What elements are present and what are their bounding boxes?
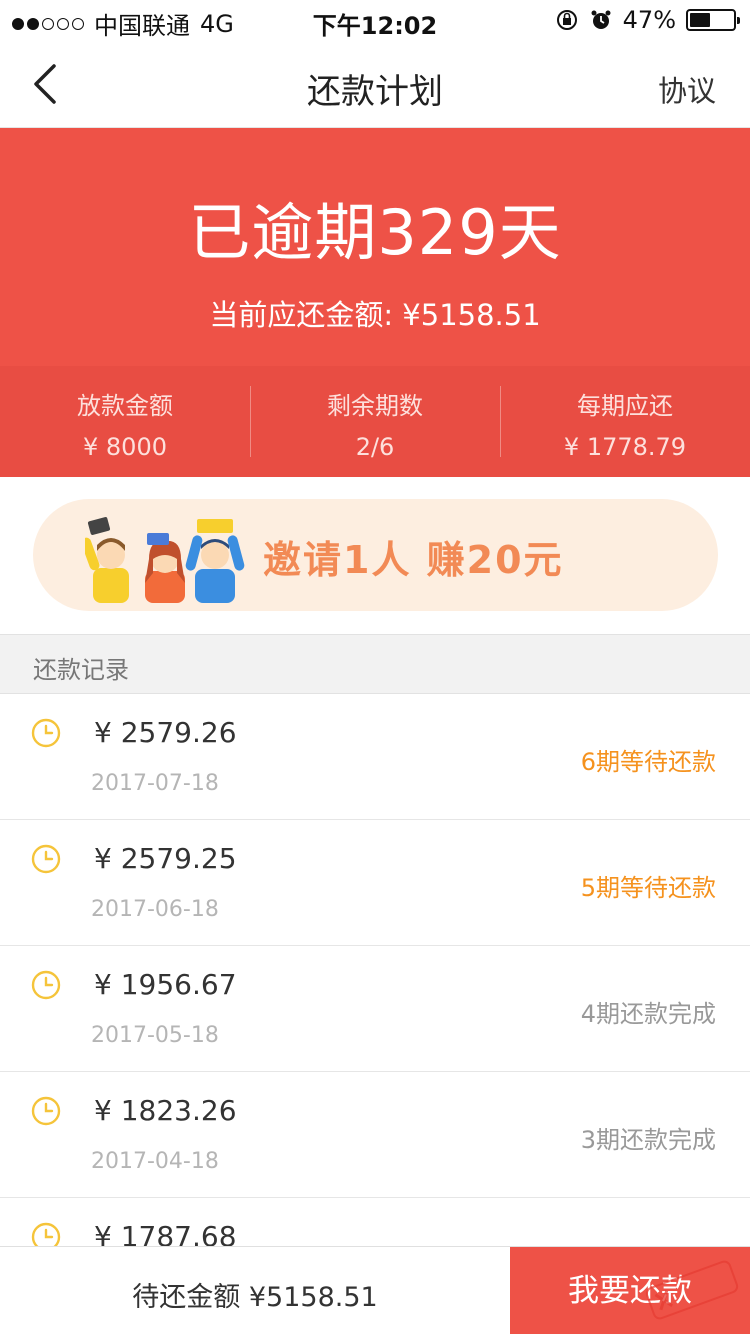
- overdue-summary: 已逾期329天 当前应还金额: ¥5158.51: [0, 128, 750, 366]
- status-bar: 中国联通 4G 下午12:02 47%: [0, 0, 750, 40]
- bottom-bar: 待还金额 ¥5158.51 我要还款: [0, 1246, 750, 1334]
- record-date: 2017-07-18: [91, 771, 219, 796]
- record-amount: ¥ 1956.67: [94, 968, 237, 1001]
- invite-friends-illustration: [85, 517, 245, 603]
- rotation-lock-icon: [556, 10, 577, 30]
- loan-stats: 放款金额 ¥ 8000 剩余期数 2/6 每期应还 ¥ 1778.79: [0, 366, 750, 477]
- battery-fill: [690, 13, 710, 27]
- stat-loan-amount: 放款金额 ¥ 8000: [0, 366, 250, 477]
- pending-amount: 待还金额 ¥5158.51: [132, 1282, 378, 1313]
- clock-icon: [31, 970, 61, 1000]
- record-date: 2017-05-18: [91, 1023, 219, 1048]
- record-status: 6期等待还款: [580, 748, 716, 776]
- stat-value: 2/6: [355, 433, 395, 461]
- banner-area: 邀请1人 赚20元: [0, 477, 750, 634]
- stat-value: ¥ 8000: [83, 433, 167, 461]
- invite-banner-text: 邀请1人 赚20元: [263, 538, 564, 582]
- status-bar-right: 47%: [555, 6, 740, 34]
- stat-label: 剩余期数: [327, 392, 423, 420]
- overdue-days: 已逾期329天: [188, 196, 562, 269]
- stat-label: 每期应还: [577, 392, 673, 420]
- list-item[interactable]: ¥ 1823.26 2017-04-18 3期还款完成: [0, 1072, 750, 1198]
- list-item[interactable]: ¥ 2579.25 2017-06-18 5期等待还款: [0, 820, 750, 946]
- record-date: 2017-04-18: [91, 1149, 219, 1174]
- record-amount: ¥ 1823.26: [94, 1094, 237, 1127]
- list-item[interactable]: ¥ 1956.67 2017-05-18 4期还款完成: [0, 946, 750, 1072]
- clock-icon: [31, 844, 61, 874]
- records-section-header: 还款记录: [0, 634, 750, 694]
- stat-value: ¥ 1778.79: [563, 433, 687, 461]
- record-amount: ¥ 2579.25: [94, 842, 237, 875]
- current-due-amount: 当前应还金额: ¥5158.51: [209, 298, 541, 332]
- battery-percent: 47%: [622, 6, 676, 34]
- repayment-records: ¥ 2579.26 2017-07-18 6期等待还款 ¥ 2579.25 20…: [0, 694, 750, 1324]
- alarm-icon: [591, 10, 611, 29]
- agreement-link[interactable]: 协议: [658, 68, 716, 110]
- record-status: 3期还款完成: [580, 1126, 716, 1154]
- stat-label: 放款金额: [77, 392, 173, 420]
- record-amount: ¥ 2579.26: [94, 716, 237, 749]
- stat-remaining-periods: 剩余期数 2/6: [250, 366, 500, 477]
- invite-banner[interactable]: 邀请1人 赚20元: [33, 499, 718, 611]
- page-title: 还款计划: [307, 72, 443, 112]
- record-date: 2017-06-18: [91, 897, 219, 922]
- clock-icon: [31, 718, 61, 748]
- battery-icon: [686, 9, 740, 31]
- record-status: 5期等待还款: [580, 874, 716, 902]
- clock-icon: [31, 1096, 61, 1126]
- navigation-bar: 还款计划 协议: [0, 40, 750, 128]
- record-status: 4期还款完成: [580, 1000, 716, 1028]
- list-item[interactable]: ¥ 2579.26 2017-07-18 6期等待还款: [0, 694, 750, 820]
- records-section-title: 还款记录: [33, 656, 129, 684]
- stat-per-period: 每期应还 ¥ 1778.79: [500, 366, 750, 477]
